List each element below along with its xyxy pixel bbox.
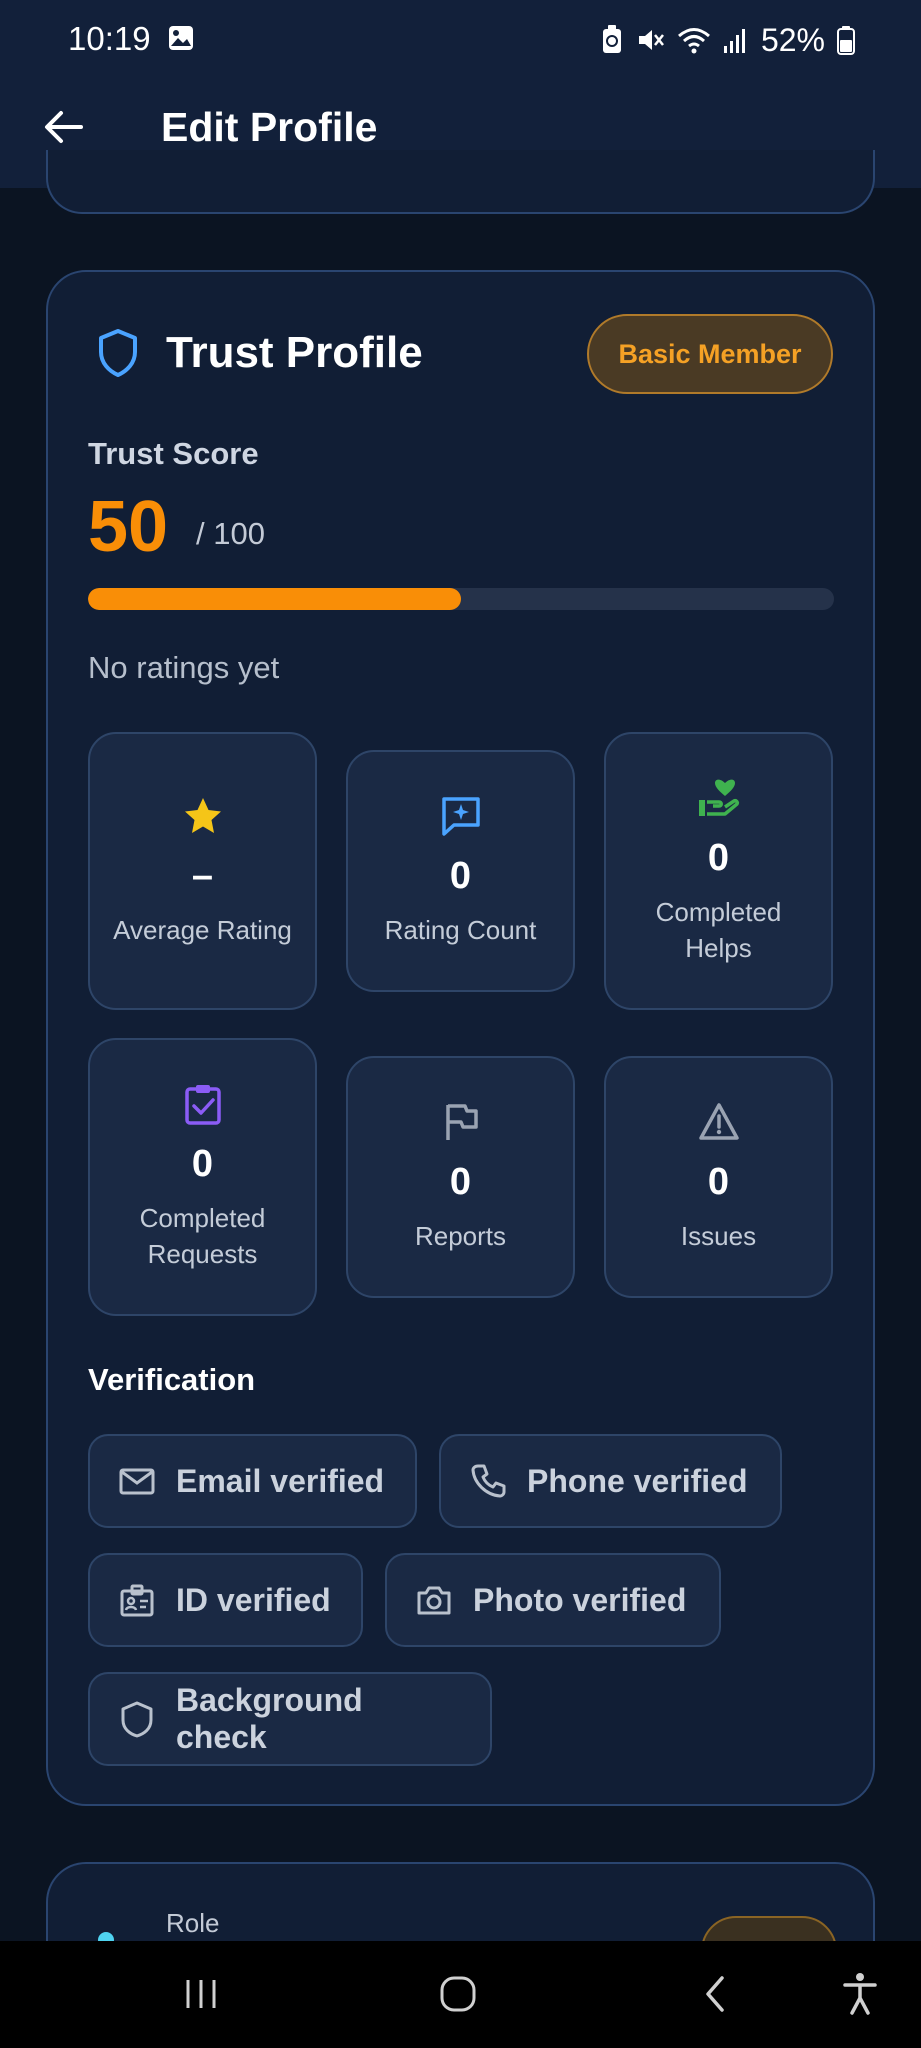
page-title: Edit Profile (161, 104, 378, 150)
status-icons: 52% (601, 20, 855, 60)
role-label: Role (166, 1908, 220, 1938)
hand-heart-icon (698, 779, 739, 816)
chip-label: Email verified (176, 1462, 385, 1499)
stat-average-rating: – Average Rating (88, 732, 317, 1010)
trust-score-progress-fill (88, 588, 461, 610)
stat-label: Rating Count (384, 915, 537, 945)
battery-percent: 52% (760, 21, 825, 58)
stat-value: 0 (449, 855, 472, 897)
recents-icon (186, 1980, 216, 2008)
back-button[interactable] (38, 102, 88, 152)
star-icon (184, 798, 221, 833)
previous-card (46, 150, 875, 214)
chip-label: Background check (175, 1682, 363, 1755)
stat-completed-requests: 0 Completed Requests (88, 1038, 317, 1316)
chip-background-check[interactable]: Background check (88, 1672, 492, 1766)
recents-button[interactable] (176, 1969, 226, 2019)
stat-value: 0 (191, 1143, 214, 1185)
shield-icon (121, 1701, 153, 1738)
chip-phone-verified[interactable]: Phone verified (439, 1434, 782, 1528)
trust-profile-card: Trust Profile Basic Member Trust Score 5… (46, 270, 875, 1806)
chip-label: Photo verified (473, 1581, 687, 1618)
chip-label: ID verified (176, 1581, 331, 1618)
trust-score-label: Trust Score (88, 436, 259, 471)
stat-label: Completed Requests (139, 1203, 266, 1269)
trust-score-value: 50 (88, 487, 169, 567)
verification-title: Verification (88, 1362, 256, 1397)
wifi-icon (677, 28, 710, 54)
stat-value: 0 (707, 837, 730, 879)
arrow-left-icon (45, 111, 83, 143)
battery-icon (837, 26, 855, 55)
camera-icon (417, 1586, 451, 1615)
stat-value: 0 (449, 1161, 472, 1203)
chip-id-verified[interactable]: ID verified (88, 1553, 363, 1647)
stat-label: Average Rating (113, 915, 292, 945)
chip-label: Phone verified (527, 1462, 748, 1499)
trust-profile-title: Trust Profile (166, 328, 423, 377)
mail-icon (119, 1468, 155, 1495)
stat-value: – (191, 855, 214, 897)
chip-photo-verified[interactable]: Photo verified (385, 1553, 721, 1647)
chip-email-verified[interactable]: Email verified (88, 1434, 417, 1528)
stat-rating-count: 0 Rating Count (346, 750, 575, 992)
trust-score-progress (88, 588, 834, 610)
stat-reports: 0 Reports (346, 1056, 575, 1298)
accessibility-icon (843, 1973, 877, 2015)
membership-badge: Basic Member (587, 314, 833, 394)
accessibility-button[interactable] (835, 1969, 885, 2019)
stat-value: 0 (707, 1161, 730, 1203)
stat-issues: 0 Issues (604, 1056, 833, 1298)
trust-score-max: / 100 (196, 516, 265, 551)
chevron-left-icon (706, 1976, 724, 2012)
mute-icon (638, 30, 664, 50)
signal-icon (723, 29, 745, 53)
stat-label: Issues (680, 1221, 757, 1251)
status-bar: 10:19 52% (0, 0, 921, 78)
id-card-icon (120, 1584, 154, 1617)
status-time: 10:19 (68, 20, 151, 57)
ratings-note: No ratings yet (88, 650, 280, 685)
stat-completed-helps: 0 Completed Helps (604, 732, 833, 1010)
stat-label: Reports (414, 1221, 507, 1251)
phone-icon (471, 1464, 506, 1498)
system-back-button[interactable] (690, 1969, 740, 2019)
stat-label: Completed Helps (655, 897, 782, 963)
warning-icon (698, 1103, 739, 1140)
home-icon (440, 1976, 476, 2012)
flag-icon (445, 1104, 478, 1140)
chat-sparkle-icon (441, 797, 480, 836)
shield-icon (99, 329, 137, 377)
battery-saver-icon (602, 25, 621, 53)
clipboard-check-icon (184, 1085, 221, 1125)
gallery-notification-icon (169, 26, 193, 50)
system-nav-bar (0, 1941, 921, 2048)
home-button[interactable] (433, 1969, 483, 2019)
